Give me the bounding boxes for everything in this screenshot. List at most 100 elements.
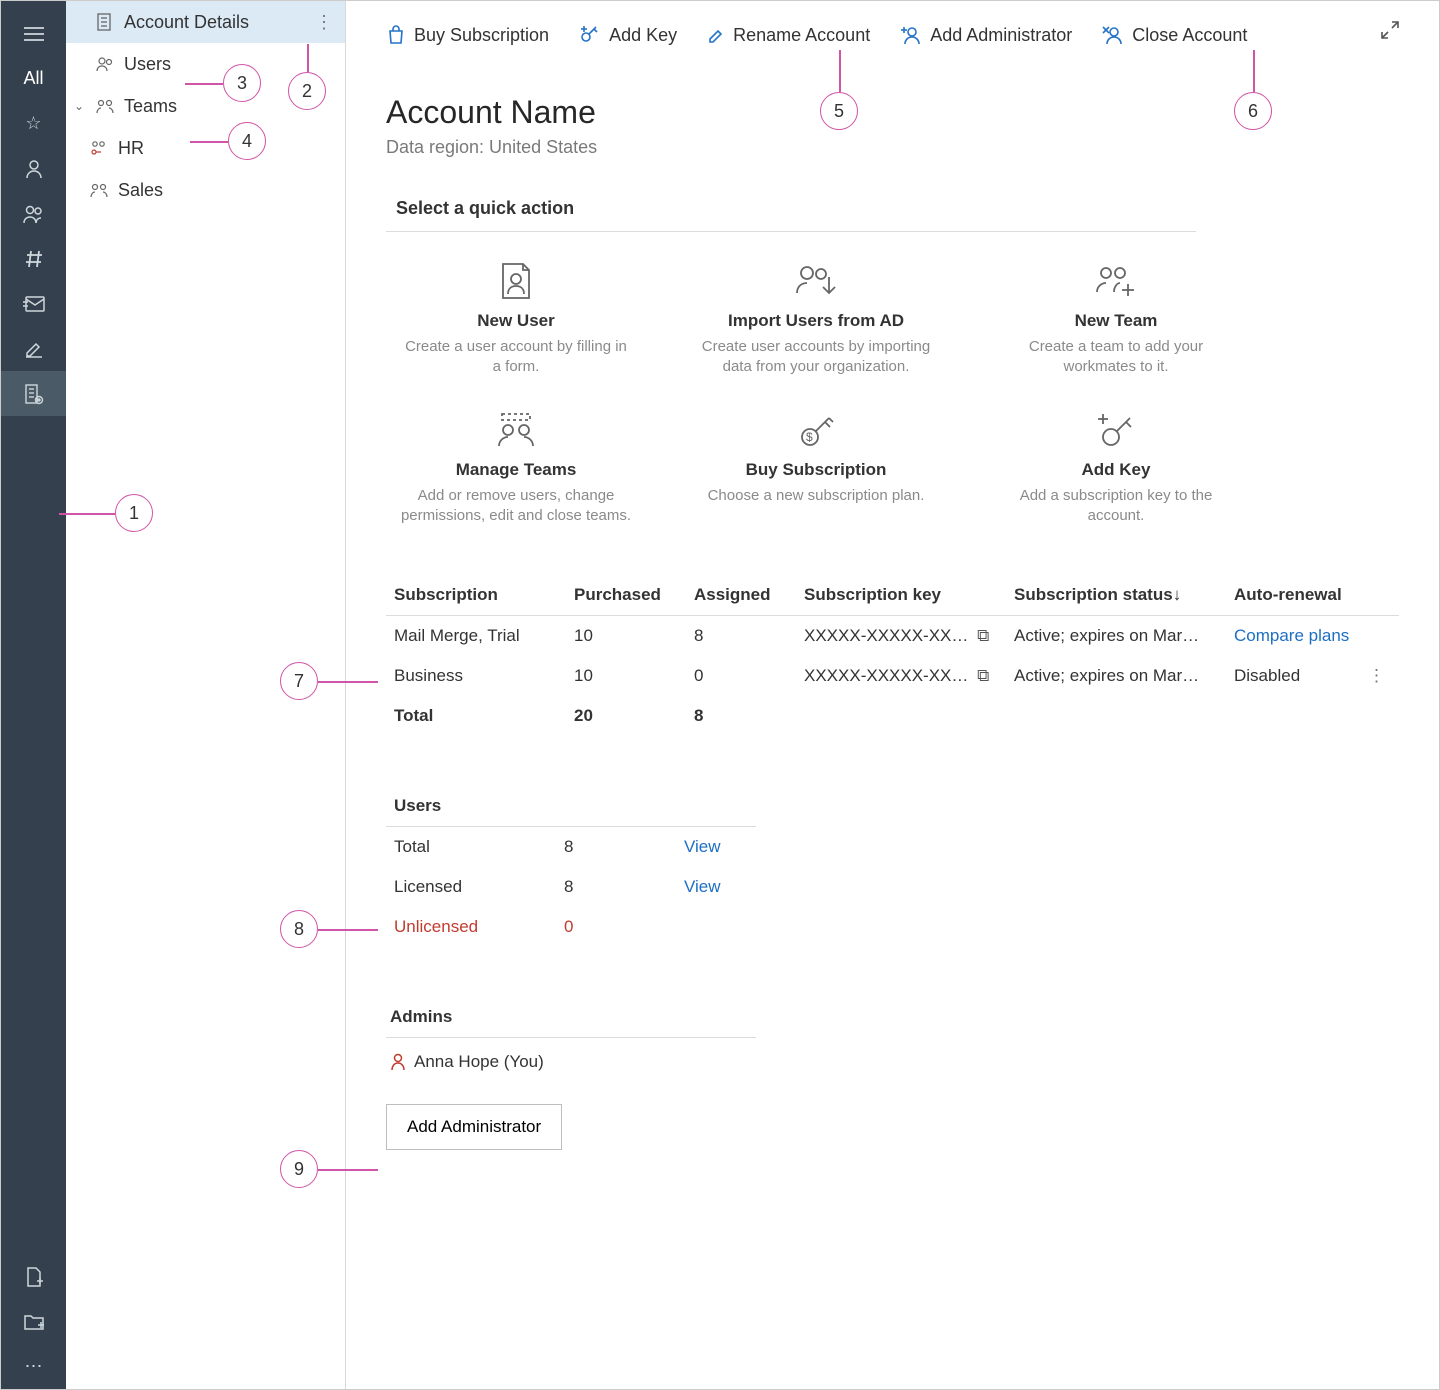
person-icon: [390, 1053, 406, 1071]
people-icon[interactable]: [1, 191, 66, 236]
team-icon: [96, 98, 118, 114]
callout-1: 1: [115, 494, 153, 532]
callout-leader: [839, 50, 841, 92]
key-plus-icon: [986, 406, 1246, 454]
callout-leader: [318, 681, 378, 683]
team-key-icon: [90, 140, 112, 156]
nav-label: Account Details: [124, 12, 249, 33]
subscriptions-table: Subscription Purchased Assigned Subscrip…: [386, 575, 1399, 736]
view-link[interactable]: View: [684, 877, 721, 896]
data-region: Data region: United States: [386, 137, 1399, 158]
callout-leader: [185, 83, 223, 85]
sort-down-icon: ↓: [1173, 585, 1182, 604]
rail-all[interactable]: All: [1, 56, 66, 101]
callout-2: 2: [288, 72, 326, 110]
callout-9: 9: [280, 1150, 318, 1188]
chevron-down-icon: ⌄: [74, 99, 84, 113]
add-key-button[interactable]: Add Key: [579, 25, 677, 46]
callout-leader: [190, 141, 228, 143]
col-auto[interactable]: Auto-renewal: [1226, 575, 1399, 616]
admins-header: Admins: [386, 997, 756, 1038]
users-table: Users Total8View Licensed8View Unlicense…: [386, 786, 756, 947]
buy-subscription-button[interactable]: Buy Subscription: [386, 25, 549, 46]
user-card-icon: [386, 257, 646, 305]
team-plus-icon: [986, 257, 1246, 305]
quick-actions-title: Select a quick action: [386, 198, 1196, 232]
team-icon: [90, 182, 112, 198]
qa-add-key[interactable]: Add KeyAdd a subscription key to the acc…: [986, 406, 1246, 525]
import-users-icon: [686, 257, 946, 305]
qa-import-ad[interactable]: Import Users from ADCreate user accounts…: [686, 257, 946, 376]
manage-teams-icon: [386, 406, 646, 454]
callout-leader: [318, 929, 378, 931]
table-row: Unlicensed0: [386, 907, 756, 947]
admin-name: Anna Hope (You): [414, 1052, 544, 1072]
bag-icon: [386, 25, 406, 45]
qa-manage-teams[interactable]: Manage TeamsAdd or remove users, change …: [386, 406, 646, 525]
person-x-icon: [1102, 25, 1124, 45]
callout-5: 5: [820, 92, 858, 130]
col-key[interactable]: Subscription key: [796, 575, 1006, 616]
callout-leader: [59, 513, 115, 515]
copy-icon[interactable]: ⧉: [973, 626, 993, 645]
col-status[interactable]: Subscription status↓: [1006, 575, 1226, 616]
star-icon[interactable]: ☆: [1, 101, 66, 146]
callout-7: 7: [280, 662, 318, 700]
callout-leader: [318, 1169, 378, 1171]
admin-row: Anna Hope (You): [386, 1038, 1399, 1086]
pencil-icon: [707, 26, 725, 44]
more-icon[interactable]: ⋯: [1, 1344, 66, 1389]
copy-icon[interactable]: ⧉: [973, 666, 993, 685]
col-subscription[interactable]: Subscription: [386, 575, 566, 616]
kebab-icon[interactable]: ⋮: [315, 12, 333, 33]
hash-icon[interactable]: [1, 236, 66, 281]
people-icon: [96, 56, 118, 72]
qa-new-team[interactable]: New TeamCreate a team to add your workma…: [986, 257, 1246, 376]
callout-4: 4: [228, 122, 266, 160]
key-plus-icon: [579, 25, 601, 45]
table-row: Total8View: [386, 827, 756, 868]
qa-new-user[interactable]: New UserCreate a user account by filling…: [386, 257, 646, 376]
nav-team-sales[interactable]: Sales: [66, 169, 345, 211]
qa-buy-sub[interactable]: $Buy SubscriptionChoose a new subscripti…: [686, 406, 946, 525]
main-content: Buy Subscription Add Key Rename Account …: [346, 1, 1439, 1389]
nav-label: Teams: [124, 96, 177, 117]
users-section: Users Total8View Licensed8View Unlicense…: [386, 786, 1399, 947]
expand-icon[interactable]: [1381, 21, 1399, 39]
toolbar: Buy Subscription Add Key Rename Account …: [386, 11, 1399, 59]
person-plus-icon: [900, 25, 922, 45]
svg-text:$: $: [806, 430, 813, 444]
add-administrator-button[interactable]: Add Administrator: [386, 1104, 562, 1150]
rename-account-button[interactable]: Rename Account: [707, 25, 870, 46]
table-row[interactable]: Business 10 0 XXXXX-XXXXX-XX… ⧉ Active; …: [386, 656, 1399, 696]
callout-leader: [307, 44, 309, 72]
users-header: Users: [386, 786, 756, 827]
mail-icon[interactable]: [1, 281, 66, 326]
row-kebab-icon[interactable]: ⋮: [1362, 666, 1391, 686]
nav-label: HR: [118, 138, 144, 159]
new-file-icon[interactable]: [1, 1254, 66, 1299]
building-icon: [96, 13, 118, 31]
quick-actions-grid: New UserCreate a user account by filling…: [386, 257, 1399, 525]
callout-leader: [1253, 50, 1255, 92]
col-assigned[interactable]: Assigned: [686, 575, 796, 616]
new-folder-icon[interactable]: [1, 1299, 66, 1344]
callout-6: 6: [1234, 92, 1272, 130]
menu-icon[interactable]: [1, 11, 66, 56]
table-row: Licensed8View: [386, 867, 756, 907]
building-settings-icon[interactable]: [1, 371, 66, 416]
nav-account-details[interactable]: Account Details ⋮: [66, 1, 345, 43]
table-row[interactable]: Mail Merge, Trial 10 8 XXXXX-XXXXX-XX… ⧉…: [386, 616, 1399, 657]
view-link[interactable]: View: [684, 837, 721, 856]
admins-section: Admins Anna Hope (You) Add Administrator: [386, 997, 1399, 1150]
subscriptions-section: Subscription Purchased Assigned Subscrip…: [386, 575, 1399, 736]
nav-team-hr[interactable]: HR: [66, 127, 345, 169]
close-account-button[interactable]: Close Account: [1102, 25, 1247, 46]
nav-label: Users: [124, 54, 171, 75]
edit-icon[interactable]: [1, 326, 66, 371]
icon-rail: All ☆ ⋯: [1, 1, 66, 1389]
person-icon[interactable]: [1, 146, 66, 191]
compare-plans-link[interactable]: Compare plans: [1234, 626, 1349, 645]
col-purchased[interactable]: Purchased: [566, 575, 686, 616]
add-admin-button[interactable]: Add Administrator: [900, 25, 1072, 46]
